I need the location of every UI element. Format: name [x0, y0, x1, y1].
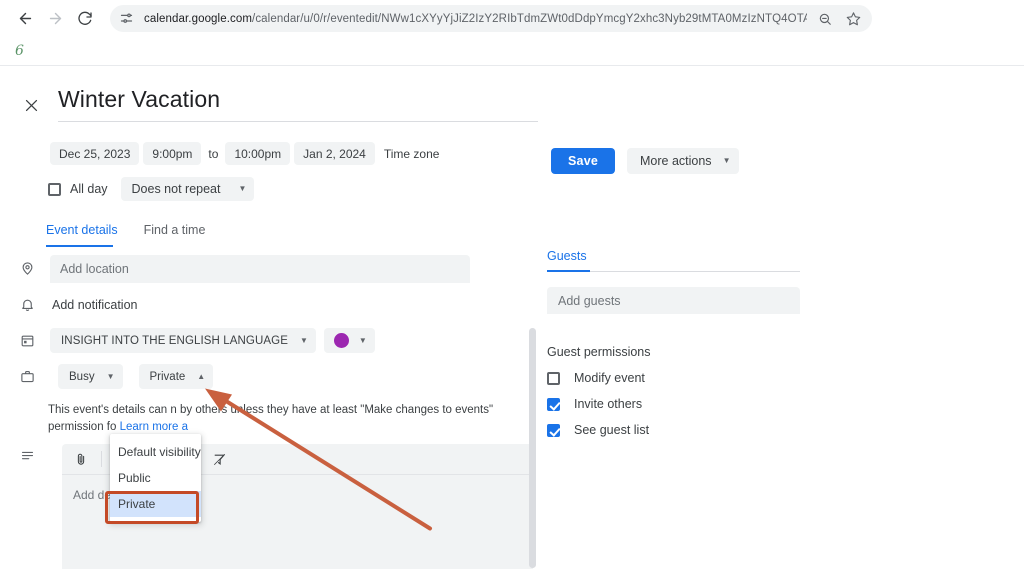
guests-underline — [547, 270, 800, 272]
modify-event-checkbox[interactable] — [547, 371, 560, 385]
save-button[interactable]: Save — [551, 148, 615, 174]
busy-value: Busy — [69, 370, 95, 383]
allday-row: All day Does not repeat ▼ — [48, 177, 1024, 201]
url-text: calendar.google.com/calendar/u/0/r/event… — [144, 13, 807, 25]
calendar-name: INSIGHT INTO THE ENGLISH LANGUAGE — [61, 334, 288, 347]
address-bar[interactable]: calendar.google.com/calendar/u/0/r/event… — [110, 5, 872, 32]
menu-item-private[interactable]: Private — [110, 491, 201, 517]
briefcase-icon — [16, 366, 38, 388]
to-label: to — [208, 146, 219, 161]
location-pin-icon — [16, 258, 38, 280]
browser-toolbar: calendar.google.com/calendar/u/0/r/event… — [0, 0, 1024, 37]
visibility-row: Busy ▼ Private ▲ — [0, 360, 533, 393]
add-notification-button[interactable]: Add notification — [50, 298, 137, 312]
title-wrap: Winter Vacation — [58, 84, 538, 122]
visibility-help-line3: permission fo — [48, 421, 117, 433]
reload-icon[interactable] — [70, 4, 100, 34]
tab-event-details[interactable]: Event details — [46, 223, 118, 245]
invite-others-label: Invite others — [574, 397, 643, 411]
location-row: Add location — [0, 252, 533, 285]
start-date-field[interactable]: Dec 25, 2023 — [50, 142, 140, 165]
zoom-out-icon[interactable] — [815, 9, 835, 29]
visibility-dropdown-menu: Default visibility Public Private — [110, 434, 201, 522]
header-actions: Save More actions ▼ — [551, 148, 740, 174]
chevron-down-icon: ▼ — [299, 335, 308, 345]
chevron-down-icon: ▼ — [106, 371, 115, 381]
add-guests-input[interactable]: Add guests — [547, 287, 800, 314]
description-lines-icon — [16, 444, 38, 466]
see-guest-list-checkbox[interactable] — [547, 423, 560, 437]
tab-find-a-time[interactable]: Find a time — [144, 223, 206, 245]
guest-permissions-title: Guest permissions — [547, 345, 651, 359]
forward-icon[interactable] — [40, 4, 70, 34]
visibility-help-line2: n by others unless they have at least "M… — [170, 404, 494, 416]
url-path: /calendar/u/0/r/eventedit/NWw1cXYyYjJiZ2… — [252, 12, 807, 25]
permission-row-invite-others[interactable]: Invite others — [547, 397, 993, 411]
scrollbar-thumb[interactable] — [529, 328, 536, 568]
event-header: Winter Vacation — [0, 66, 1024, 122]
end-date-field[interactable]: Jan 2, 2024 — [294, 142, 375, 165]
menu-item-public[interactable]: Public — [110, 465, 201, 491]
bell-icon — [16, 294, 38, 316]
guests-panel: Guests Add guests Guest permissions Modi… — [533, 245, 993, 569]
url-host: calendar.google.com — [144, 12, 253, 25]
event-color-select[interactable]: ▼ — [323, 328, 375, 353]
toolbar-divider — [101, 451, 102, 467]
tab-guests[interactable]: Guests — [547, 249, 587, 271]
invite-others-checkbox[interactable] — [547, 397, 560, 411]
visibility-select[interactable]: Private ▲ — [138, 364, 214, 389]
star-icon[interactable] — [843, 9, 863, 29]
visibility-help-line1: This event's details can — [48, 404, 168, 416]
all-day-checkbox[interactable] — [48, 182, 61, 196]
calendar-icon — [16, 330, 38, 352]
more-actions-label: More actions — [640, 154, 712, 168]
event-tabs: Event details Find a time — [46, 223, 1024, 245]
start-time-field[interactable]: 9:00pm — [143, 142, 202, 165]
description-block: B Add description — [16, 444, 533, 569]
calendar-select[interactable]: INSIGHT INTO THE ENGLISH LANGUAGE ▼ — [50, 328, 316, 353]
bookmark-favicon[interactable]: 6 — [10, 40, 29, 62]
menu-item-default-visibility[interactable]: Default visibility — [110, 439, 201, 465]
chevron-up-icon: ▲ — [197, 371, 206, 381]
modify-event-label: Modify event — [574, 371, 645, 385]
all-day-label: All day — [70, 182, 108, 196]
end-time-field[interactable]: 10:00pm — [225, 142, 291, 165]
chevron-down-icon: ▼ — [238, 184, 247, 193]
notification-row: Add notification — [0, 288, 533, 321]
chevron-down-icon: ▼ — [358, 335, 367, 345]
datetime-row: Dec 25, 2023 9:00pm to 10:00pm Jan 2, 20… — [50, 142, 1024, 165]
event-details-panel: Add location Add notification INSIGHT IN… — [0, 245, 533, 569]
bookmark-glyph: 6 — [15, 43, 24, 59]
location-input[interactable]: Add location — [50, 254, 470, 283]
repeat-value: Does not repeat — [131, 182, 221, 196]
event-title-input[interactable]: Winter Vacation — [58, 84, 538, 121]
panel-scrollbar[interactable] — [529, 328, 536, 568]
visibility-value: Private — [149, 370, 186, 383]
busy-select[interactable]: Busy ▼ — [58, 364, 123, 389]
color-swatch — [333, 333, 349, 348]
see-guest-list-label: See guest list — [574, 423, 650, 437]
visibility-help-text: This event's details can n by others unl… — [48, 402, 500, 436]
permission-row-modify-event[interactable]: Modify event — [547, 371, 993, 385]
more-actions-button[interactable]: More actions ▼ — [627, 148, 740, 174]
clear-formatting-icon[interactable] — [208, 448, 230, 470]
calendar-row: INSIGHT INTO THE ENGLISH LANGUAGE ▼ ▼ — [0, 324, 533, 357]
chevron-down-icon: ▼ — [722, 156, 731, 165]
tune-icon[interactable] — [119, 11, 135, 27]
permission-row-see-guest-list[interactable]: See guest list — [547, 423, 993, 437]
repeat-select[interactable]: Does not repeat ▼ — [120, 177, 255, 201]
time-zone-button[interactable]: Time zone — [379, 142, 445, 165]
title-underline — [58, 121, 538, 122]
attachment-icon[interactable] — [70, 448, 92, 470]
tab-active-underline — [46, 245, 113, 247]
event-edit-page: Winter Vacation Save More actions ▼ Dec … — [0, 65, 1024, 569]
close-icon[interactable] — [18, 92, 44, 118]
learn-more-link[interactable]: Learn more a — [120, 421, 188, 433]
back-icon[interactable] — [10, 4, 40, 34]
bookmarks-bar: 6 — [0, 37, 1024, 65]
